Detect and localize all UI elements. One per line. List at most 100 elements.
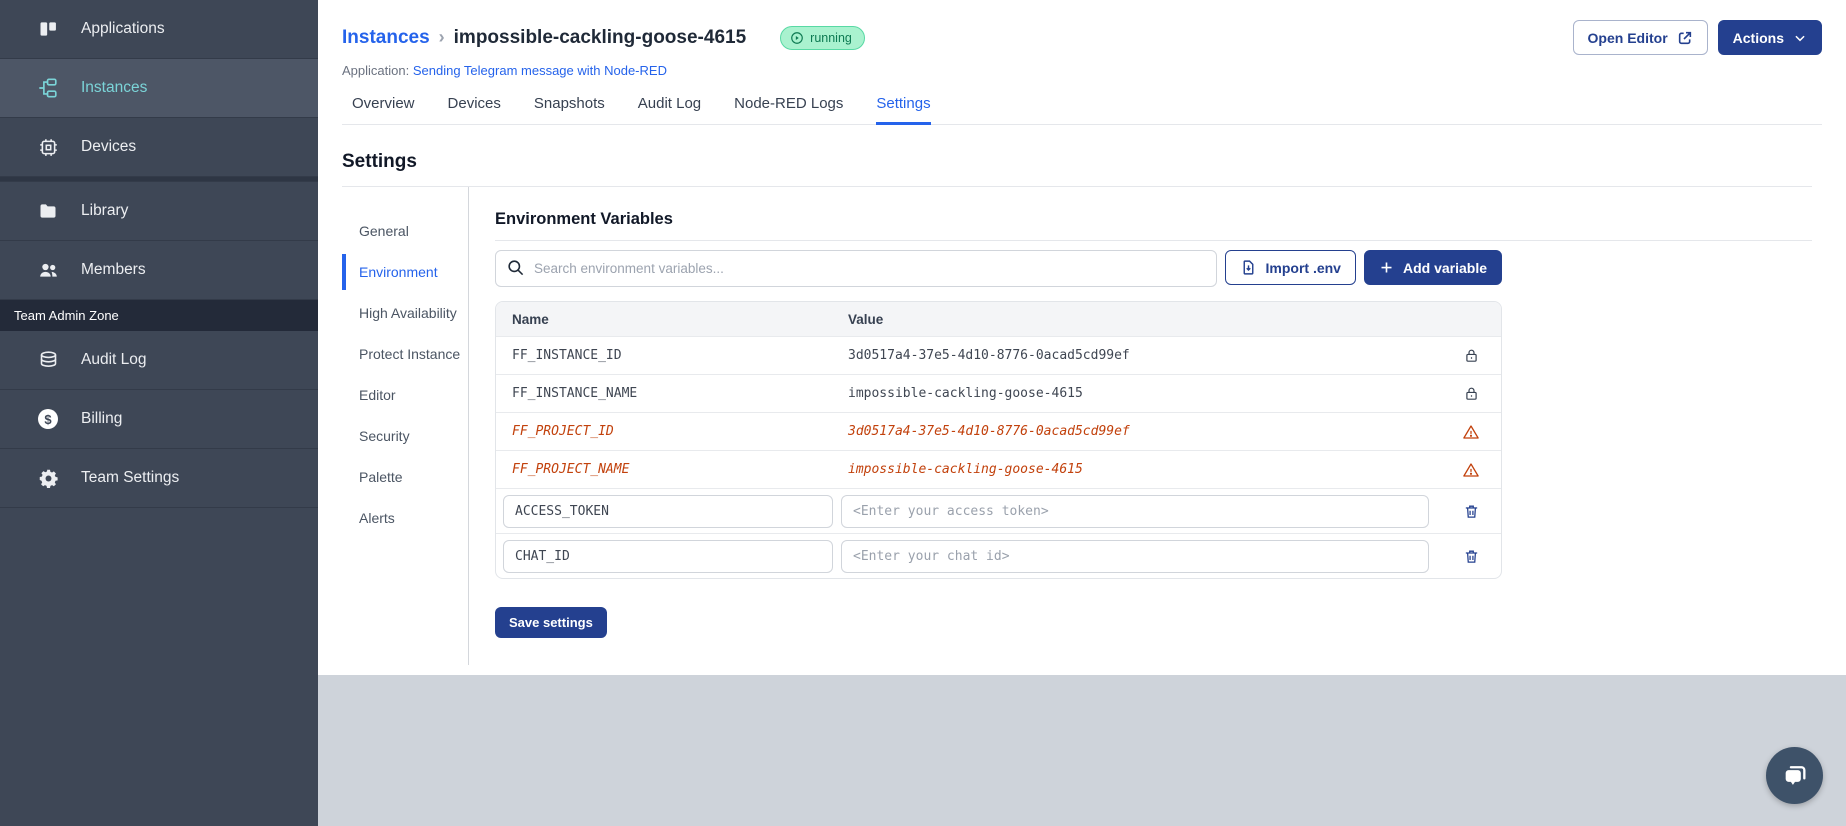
settings-nav-high-availability[interactable]: High Availability [342,295,468,331]
tab-audit-log[interactable]: Audit Log [638,95,701,125]
sidebar-item-label: Devices [81,138,137,155]
tab-snapshots[interactable]: Snapshots [534,95,605,125]
application-link[interactable]: Sending Telegram message with Node-RED [413,63,667,78]
team-admin-zone-label: Team Admin Zone [0,300,318,331]
column-header-value: Value [848,311,884,327]
settings-nav-environment[interactable]: Environment [342,254,468,290]
table-row [496,488,1501,533]
env-value-input[interactable] [841,539,1429,573]
status-badge: running [780,25,865,50]
env-value-input[interactable] [841,494,1429,528]
sidebar-item-label: Members [81,261,146,278]
chat-bubbles-icon [1785,765,1805,785]
sidebar-item-label: Billing [81,410,123,427]
app-root: Applications Instances Devices Library M… [0,0,1846,826]
env-name: FF_PROJECT_NAME [512,462,630,477]
table-row: FF_INSTANCE_NAME impossible-cackling-goo… [496,374,1501,412]
warning-icon [1463,424,1479,439]
table-row [496,533,1501,578]
env-value: impossible-cackling-goose-4615 [848,462,1083,477]
settings-nav-general[interactable]: General [342,213,468,249]
delete-variable-button[interactable] [1461,546,1482,567]
gear-icon [37,467,59,489]
tab-devices[interactable]: Devices [448,95,501,125]
sidebar-item-library[interactable]: Library [0,182,318,241]
sidebar-item-label: Library [81,202,129,219]
environment-panel: Environment Variables Import .env [469,187,1812,665]
settings-nav-alerts[interactable]: Alerts [342,500,468,536]
sidebar: Applications Instances Devices Library M… [0,0,318,826]
save-settings-button[interactable]: Save settings [495,607,607,638]
lock-icon [1465,387,1477,400]
sidebar-item-applications[interactable]: Applications [0,0,318,59]
settings-content: Settings General Environment High Availa… [318,125,1846,665]
page-title: Settings [342,151,417,172]
tab-overview[interactable]: Overview [352,95,415,125]
sidebar-item-members[interactable]: Members [0,241,318,300]
settings-nav-editor[interactable]: Editor [342,377,468,413]
folder-icon [37,200,59,222]
sidebar-item-label: Team Settings [81,469,180,486]
sidebar-item-label: Instances [81,79,148,96]
warning-icon [1463,462,1479,477]
lock-icon [1465,349,1477,362]
sidebar-item-devices[interactable]: Devices [0,118,318,177]
breadcrumb-separator: › [438,27,445,47]
application-label: Application: [342,63,410,78]
actions-button[interactable]: Actions [1717,20,1822,55]
sidebar-item-team-settings[interactable]: Team Settings [0,449,318,508]
applications-icon [37,18,59,40]
instance-name: impossible-cackling-goose-4615 [453,26,747,48]
billing-icon: $ [37,408,59,430]
open-editor-button[interactable]: Open Editor [1572,20,1708,55]
sidebar-item-billing[interactable]: $ Billing [0,390,318,449]
external-link-icon [1678,31,1691,44]
main-content: Instances › impossible-cackling-goose-46… [318,0,1846,675]
sidebar-item-label: Applications [81,20,165,37]
chevron-down-icon [1795,35,1805,41]
tab-node-red-logs[interactable]: Node-RED Logs [734,95,843,125]
import-env-button[interactable]: Import .env [1224,250,1356,285]
env-name-input[interactable] [503,494,833,528]
env-value: 3d0517a4-37e5-4d10-8776-0acad5cd99ef [848,348,1130,363]
plus-icon [1381,262,1392,273]
column-header-name: Name [512,311,549,327]
env-name: FF_PROJECT_ID [512,424,614,439]
settings-nav-palette[interactable]: Palette [342,459,468,495]
sidebar-item-instances[interactable]: Instances [0,59,318,118]
table-row: FF_PROJECT_NAME impossible-cackling-goos… [496,450,1501,488]
settings-subnav: General Environment High Availability Pr… [342,187,469,665]
env-name: FF_INSTANCE_ID [512,348,622,363]
sidebar-item-label: Audit Log [81,351,147,368]
env-variables-table: Name Value FF_INSTANCE_ID 3d0517a4-37e5-… [495,301,1502,579]
page-header: Instances › impossible-cackling-goose-46… [318,0,1846,125]
env-name: FF_INSTANCE_NAME [512,386,638,401]
devices-icon [37,136,59,158]
database-icon [37,349,59,371]
add-variable-button[interactable]: Add variable [1363,250,1502,285]
env-value: impossible-cackling-goose-4615 [848,386,1083,401]
table-header: Name Value [496,302,1501,336]
members-icon [37,259,59,281]
env-value: 3d0517a4-37e5-4d10-8776-0acad5cd99ef [848,424,1130,439]
trash-icon [1465,550,1477,563]
settings-nav-security[interactable]: Security [342,418,468,454]
file-download-icon [1243,260,1253,275]
section-title: Environment Variables [495,210,673,228]
trash-icon [1465,505,1477,518]
search-input[interactable] [495,250,1217,287]
instances-icon [37,77,59,99]
divider [495,240,1812,241]
settings-nav-protect-instance[interactable]: Protect Instance [342,336,468,372]
instance-tabs: Overview Devices Snapshots Audit Log Nod… [342,95,1822,125]
search-icon [508,260,524,276]
play-circle-icon [791,31,803,44]
breadcrumb-instances-link[interactable]: Instances [342,27,430,49]
tab-settings[interactable]: Settings [876,95,931,125]
sidebar-item-audit-log[interactable]: Audit Log [0,331,318,390]
table-row: FF_PROJECT_ID 3d0517a4-37e5-4d10-8776-0a… [496,412,1501,450]
table-row: FF_INSTANCE_ID 3d0517a4-37e5-4d10-8776-0… [496,336,1501,374]
chat-widget-button[interactable] [1766,747,1823,804]
env-name-input[interactable] [503,539,833,573]
delete-variable-button[interactable] [1461,501,1482,522]
